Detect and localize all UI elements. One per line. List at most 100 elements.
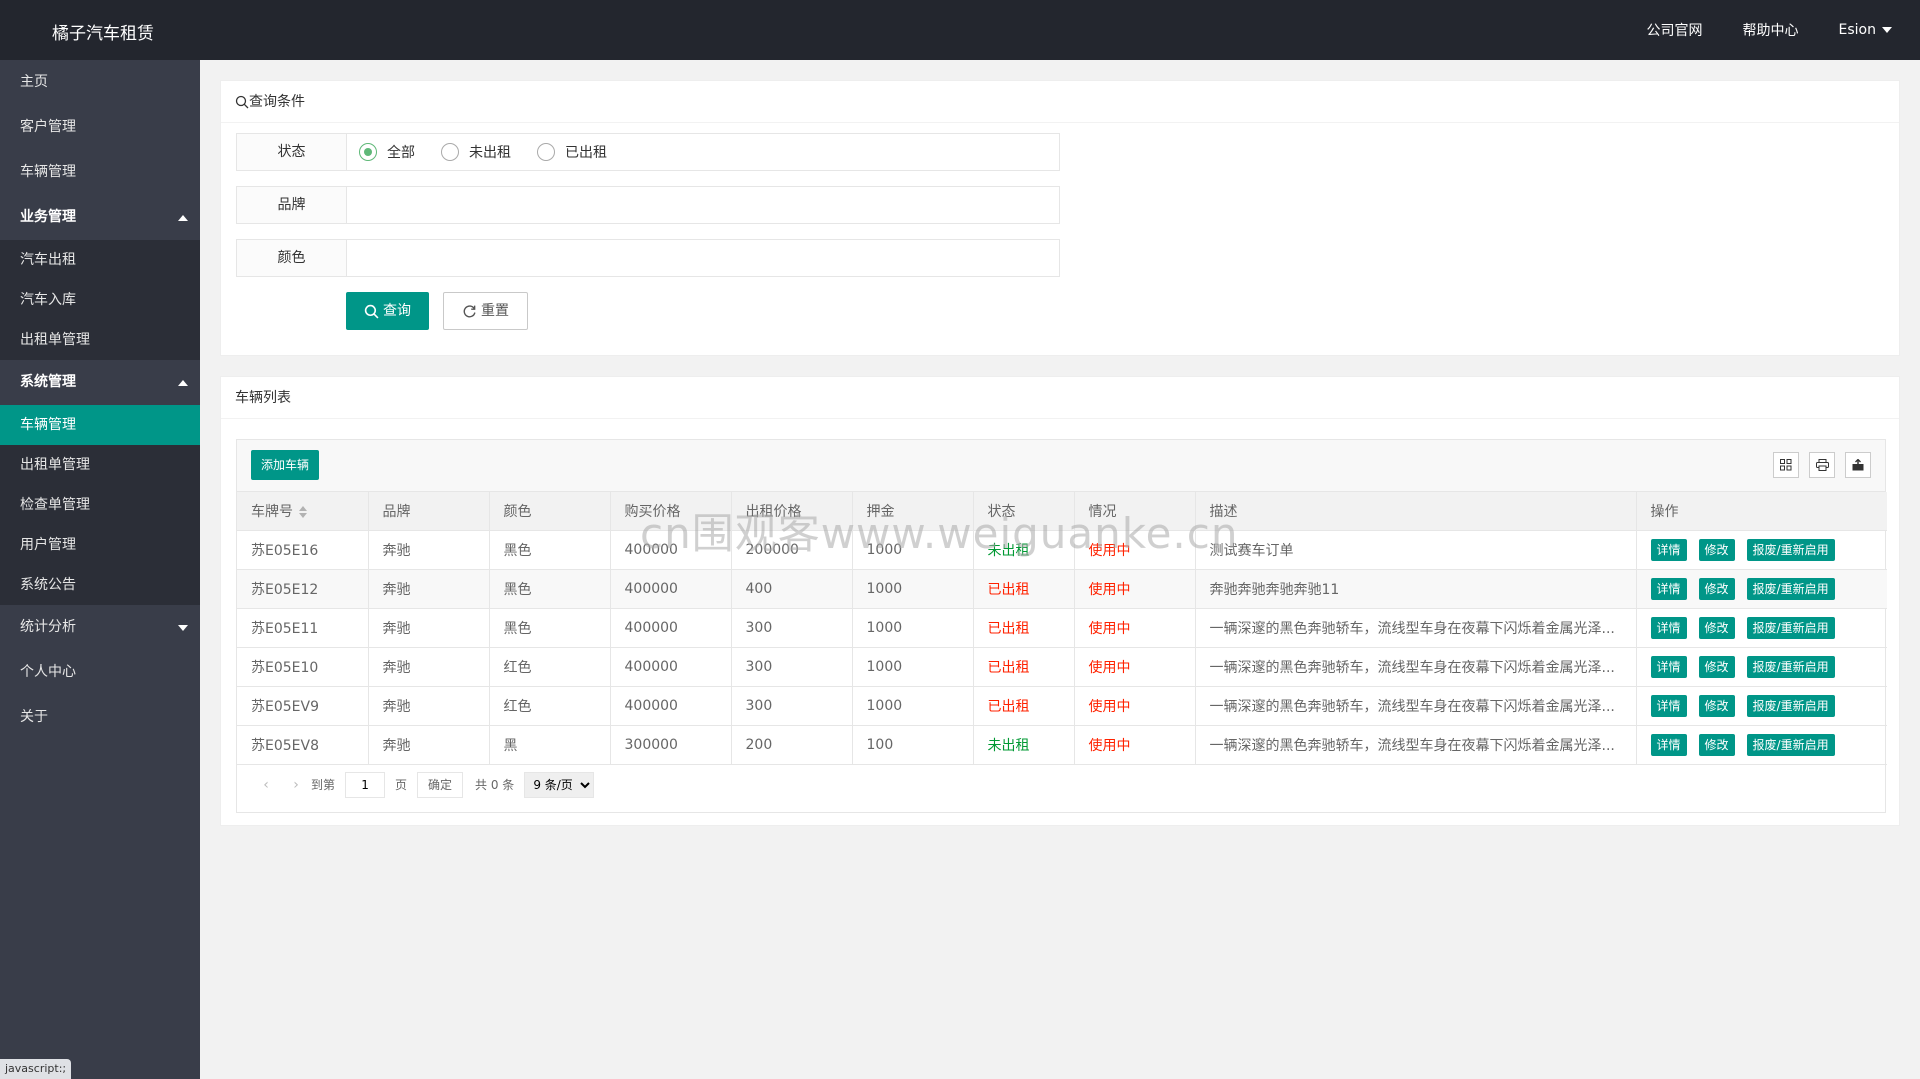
table-row[interactable]: 苏E05E10 奔驰 红色 400000 300 1000 已出租 使用中 一辆深邃的黑色奔驰轿… — [237, 647, 1887, 687]
scrap-toggle-button[interactable]: 报废/重新启用 — [1746, 694, 1835, 717]
cell-condition: 使用中 — [1074, 530, 1196, 570]
status-radio-not-rented[interactable]: 未出租 — [441, 142, 511, 162]
sidebar-item-profile[interactable]: 个人中心 — [0, 650, 200, 695]
col-plate[interactable]: 车牌号 — [237, 492, 369, 531]
radio-label: 已出租 — [565, 145, 607, 161]
sidebar-item-inspection-mgmt[interactable]: 检查单管理 — [0, 485, 200, 525]
brand-input[interactable] — [347, 187, 1059, 223]
sidebar-item-vehicles[interactable]: 车辆管理 — [0, 150, 200, 195]
columns-filter-icon[interactable] — [1773, 452, 1799, 478]
cell-brand: 奔驰 — [368, 530, 490, 570]
scrap-toggle-button[interactable]: 报废/重新启用 — [1746, 616, 1835, 639]
print-icon[interactable] — [1809, 452, 1835, 478]
cell-brand: 奔驰 — [368, 725, 490, 765]
table-row[interactable]: 苏E05EV8 奔驰黑 300000 200 100 未出租 使用中 一辆深邃的黑色奔驰轿车，… — [237, 725, 1887, 765]
cell-status: 未出租 — [973, 725, 1075, 765]
status-label: 状态 — [237, 134, 347, 170]
cell-buy-price: 300000 — [610, 725, 732, 765]
table-header: 车牌号 品牌 颜色 购买价格 出租价格 押金 状态 情况 描述 操作 — [237, 492, 1887, 531]
scrap-toggle-button[interactable]: 报废/重新启用 — [1746, 538, 1835, 561]
radio-unchecked-icon — [537, 143, 555, 161]
table-row[interactable]: 苏E05EV9 奔驰 红色 400000 300 1000 已出租 使用中 一辆深邃的黑色奔驰轿… — [237, 686, 1887, 726]
cell-deposit: 1000 — [852, 608, 974, 648]
reset-button[interactable]: 重置 — [443, 292, 528, 330]
cell-deposit: 1000 — [852, 569, 974, 609]
cell-plate: 苏E05EV9 — [237, 686, 369, 726]
table-toolbar: 添加车辆 — [237, 440, 1885, 492]
scrap-toggle-button[interactable]: 报废/重新启用 — [1746, 733, 1835, 756]
radio-checked-icon — [359, 143, 377, 161]
detail-button[interactable]: 详情 — [1650, 616, 1687, 639]
pager-confirm-button[interactable]: 确定 — [417, 771, 464, 798]
sort-icon[interactable] — [299, 505, 307, 518]
sidebar-item-vehicle-mgmt[interactable]: 车辆管理 — [0, 405, 200, 445]
table-tools — [1763, 452, 1871, 478]
table-row[interactable]: 苏E05E16 奔驰 黑色 400000 200000 1000 未出租 使用中 测试赛车订单详… — [237, 530, 1887, 570]
sidebar-item-home[interactable]: 主页 — [0, 60, 200, 105]
cell-rent-price: 200 — [731, 725, 853, 765]
cell-description: 一辆深邃的黑色奔驰轿车，流线型车身在夜幕下闪烁着金属光泽... — [1195, 725, 1637, 765]
table-row[interactable]: 苏E05E11 奔驰 黑色 400000 300 1000 已出租 使用中 一辆深邃的黑色奔驰轿… — [237, 608, 1887, 648]
sidebar-item-car-return[interactable]: 汽车入库 — [0, 280, 200, 320]
add-vehicle-button[interactable]: 添加车辆 — [251, 450, 320, 480]
edit-button[interactable]: 修改 — [1698, 538, 1735, 561]
cell-condition: 使用中 — [1074, 725, 1196, 765]
sidebar-item-announcements[interactable]: 系统公告 — [0, 565, 200, 605]
chevron-down-icon — [1882, 27, 1892, 33]
detail-button[interactable]: 详情 — [1650, 577, 1687, 600]
cell-condition: 使用中 — [1074, 569, 1196, 609]
detail-button[interactable]: 详情 — [1650, 538, 1687, 561]
sidebar-item-user-mgmt[interactable]: 用户管理 — [0, 525, 200, 565]
detail-button[interactable]: 详情 — [1650, 694, 1687, 717]
cell-actions: 详情 修改 报废/重新启用 — [1636, 530, 1887, 570]
scrap-toggle-button[interactable]: 报废/重新启用 — [1746, 577, 1835, 600]
pager-goto-label: 到第 — [311, 778, 336, 792]
search-icon — [235, 95, 249, 108]
chevron-right-icon[interactable]: › — [281, 777, 311, 793]
sidebar-item-about[interactable]: 关于 — [0, 695, 200, 740]
cell-plate: 苏E05E16 — [237, 530, 369, 570]
pager-total: 共 0 条 — [475, 778, 515, 792]
nav-help-center[interactable]: 帮助中心 — [1743, 20, 1799, 40]
nav-company-site[interactable]: 公司官网 — [1647, 20, 1703, 40]
vehicle-table-container: 添加车辆 车牌号 品牌 颜色 购买价格 出租价格 押金 状态 情况 描述 操作 … — [236, 439, 1887, 813]
edit-button[interactable]: 修改 — [1698, 616, 1735, 639]
scrap-toggle-button[interactable]: 报废/重新启用 — [1746, 655, 1835, 678]
edit-button[interactable]: 修改 — [1698, 577, 1735, 600]
app-logo[interactable]: 橘子汽车租赁 — [52, 19, 154, 44]
detail-button[interactable]: 详情 — [1650, 655, 1687, 678]
edit-button[interactable]: 修改 — [1698, 733, 1735, 756]
chevron-left-icon[interactable]: ‹ — [251, 777, 281, 793]
sidebar-item-rental-orders[interactable]: 出租单管理 — [0, 320, 200, 360]
cell-buy-price: 400000 — [610, 647, 732, 687]
sidebar-group-business[interactable]: 业务管理 — [0, 195, 200, 240]
sidebar-item-rental-order-mgmt[interactable]: 出租单管理 — [0, 445, 200, 485]
color-row: 颜色 — [236, 239, 1060, 277]
search-button[interactable]: 查询 — [346, 292, 429, 330]
cell-buy-price: 400000 — [610, 569, 732, 609]
cell-condition: 使用中 — [1074, 686, 1196, 726]
user-menu[interactable]: Esion — [1839, 22, 1892, 38]
page-number-input[interactable] — [345, 771, 386, 798]
detail-button[interactable]: 详情 — [1650, 733, 1687, 756]
status-radio-rented[interactable]: 已出租 — [537, 142, 607, 162]
color-label: 颜色 — [237, 240, 347, 276]
status-radio-all[interactable]: 全部 — [359, 142, 415, 162]
sidebar: 主页 客户管理 车辆管理 业务管理 汽车出租 汽车入库 出租单管理 系统管理 车… — [0, 60, 200, 1079]
edit-button[interactable]: 修改 — [1698, 694, 1735, 717]
cell-plate: 苏E05EV8 — [237, 725, 369, 765]
refresh-icon — [463, 304, 476, 317]
table-row[interactable]: 苏E05E12 奔驰 黑色 400000 400 1000 已出租 使用中 奔驰奔驰奔驰奔驰11… — [237, 569, 1887, 609]
radio-unchecked-icon — [441, 143, 459, 161]
page-size-select[interactable]: 9 条/页 — [524, 771, 595, 798]
cell-color: 黑色 — [489, 530, 611, 570]
sidebar-group-system[interactable]: 系统管理 — [0, 360, 200, 405]
edit-button[interactable]: 修改 — [1698, 655, 1735, 678]
color-input[interactable] — [347, 240, 1059, 276]
sidebar-item-customers[interactable]: 客户管理 — [0, 105, 200, 150]
sidebar-item-car-rental[interactable]: 汽车出租 — [0, 240, 200, 280]
export-icon[interactable] — [1845, 452, 1871, 478]
sidebar-group-label: 统计分析 — [20, 619, 76, 635]
cell-actions: 详情 修改 报废/重新启用 — [1636, 608, 1887, 648]
sidebar-group-statistics[interactable]: 统计分析 — [0, 605, 200, 650]
